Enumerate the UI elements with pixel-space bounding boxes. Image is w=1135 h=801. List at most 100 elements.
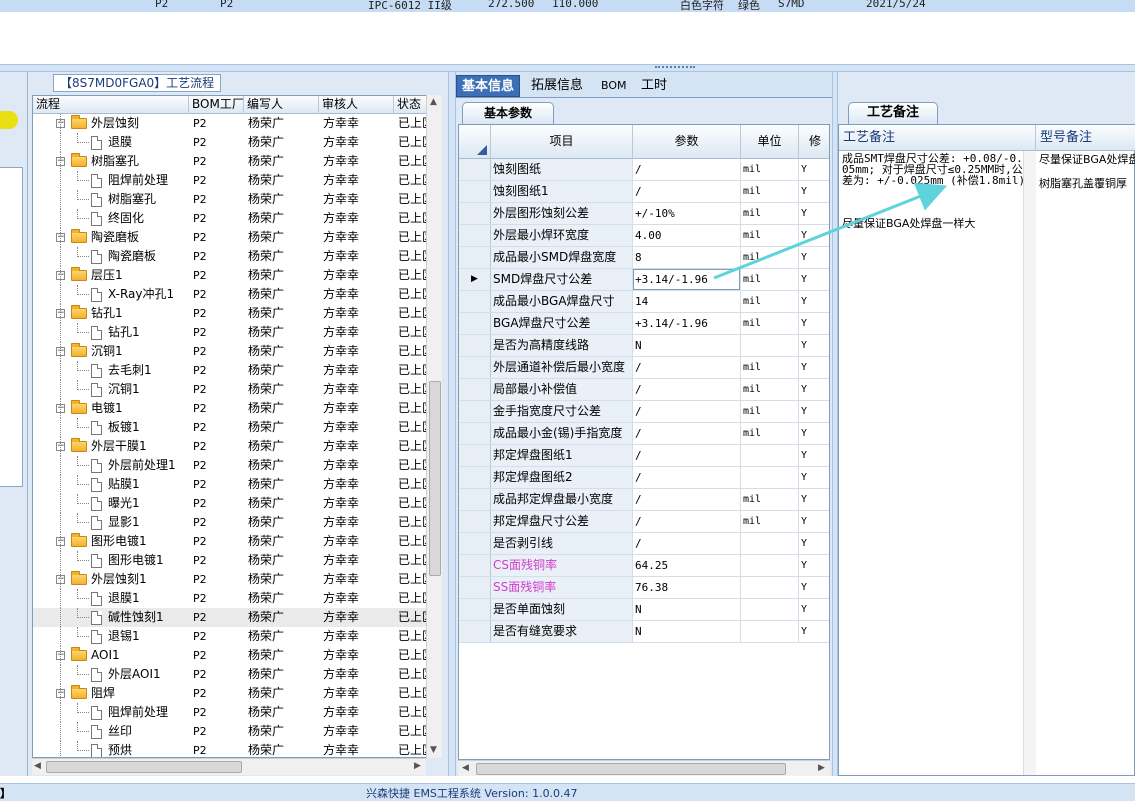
col-header-unit[interactable]: 单位 (741, 125, 799, 159)
param-modify-cell[interactable]: Y (799, 467, 829, 488)
tree-node[interactable]: − 层压1 (33, 266, 189, 285)
param-unit-cell[interactable]: mil (741, 269, 799, 290)
row-selector[interactable] (459, 401, 491, 422)
param-row[interactable]: 成品最小SMD焊盘宽度 8 mil Y (459, 247, 829, 269)
param-modify-cell[interactable]: Y (799, 445, 829, 466)
param-row[interactable]: 邦定焊盘尺寸公差 / mil Y (459, 511, 829, 533)
process-note-text[interactable]: 成品SMT焊盘尺寸公差: +0.08/-0.05mm; 对于焊盘尺寸≤0.25M… (842, 153, 1028, 186)
tree-node[interactable]: 钻孔1 (33, 323, 189, 342)
tree-row[interactable]: 板镀1 P2 杨荣广 方幸幸 已上区 (33, 418, 437, 437)
tree-row[interactable]: 陶瓷磨板 P2 杨荣广 方幸幸 已上区 (33, 247, 437, 266)
tree-node[interactable]: 阻焊前处理 (33, 703, 189, 722)
tree-row[interactable]: − 外层干膜1 P2 杨荣广 方幸幸 已上区 (33, 437, 437, 456)
param-value-cell[interactable]: +/-10% (633, 203, 741, 224)
param-value-cell[interactable]: / (633, 511, 741, 532)
row-selector[interactable] (459, 577, 491, 598)
param-modify-cell[interactable]: Y (799, 555, 829, 576)
param-row[interactable]: 是否为高精度线路 N Y (459, 335, 829, 357)
tree-row[interactable]: − 钻孔1 P2 杨荣广 方幸幸 已上区 (33, 304, 437, 323)
param-row[interactable]: 外层最小焊环宽度 4.00 mil Y (459, 225, 829, 247)
row-selector[interactable] (459, 423, 491, 444)
tree-row[interactable]: 树脂塞孔 P2 杨荣广 方幸幸 已上区 (33, 190, 437, 209)
process-tree-grid[interactable]: 流程 BOM工厂 编写人 审核人 状态 − 外层蚀刻 P2 杨荣广 方幸幸 已上区 退膜 P2… (32, 95, 438, 758)
tree-node[interactable]: − AOI1 (33, 646, 189, 665)
param-modify-cell[interactable]: Y (799, 181, 829, 202)
scroll-left-icon[interactable]: ◀ (34, 761, 41, 771)
row-selector[interactable] (459, 335, 491, 356)
param-row[interactable]: ▶ SMD焊盘尺寸公差 +3.14/-1.96 mil Y (459, 269, 829, 291)
row-selector[interactable] (459, 599, 491, 620)
tree-node[interactable]: 贴膜1 (33, 475, 189, 494)
row-selector-header[interactable] (459, 125, 491, 159)
tree-node[interactable]: 退膜1 (33, 589, 189, 608)
scroll-right-icon[interactable]: ▶ (414, 761, 421, 771)
tree-row[interactable]: 去毛刺1 P2 杨荣广 方幸幸 已上区 (33, 361, 437, 380)
param-row[interactable]: 成品最小金(锡)手指宽度 / mil Y (459, 423, 829, 445)
scroll-left-icon[interactable]: ◀ (462, 763, 469, 773)
param-row[interactable]: 蚀刻图纸1/mil Y (459, 181, 829, 203)
param-modify-cell[interactable]: Y (799, 159, 829, 180)
tree-node[interactable]: X-Ray冲孔1 (33, 285, 189, 304)
process-note-text-2[interactable]: 尽量保证BGA处焊盘一样大 (842, 215, 1028, 231)
param-modify-cell[interactable]: Y (799, 313, 829, 334)
param-modify-cell[interactable]: Y (799, 401, 829, 422)
param-modify-cell[interactable]: Y (799, 379, 829, 400)
tree-row[interactable]: 贴膜1 P2 杨荣广 方幸幸 已上区 (33, 475, 437, 494)
tree-row[interactable]: 钻孔1 P2 杨荣广 方幸幸 已上区 (33, 323, 437, 342)
param-value-cell[interactable]: / (633, 533, 741, 554)
param-value-cell[interactable]: 4.00 (633, 225, 741, 246)
row-selector[interactable] (459, 313, 491, 334)
param-row[interactable]: 是否有缝宽要求 N Y (459, 621, 829, 643)
scroll-thumb[interactable] (429, 381, 441, 576)
tree-node[interactable]: 外层AOI1 (33, 665, 189, 684)
yellow-indicator-icon[interactable] (0, 111, 18, 129)
tree-node[interactable]: − 树脂塞孔 (33, 152, 189, 171)
param-unit-cell[interactable] (741, 621, 799, 642)
tree-node[interactable]: − 外层蚀刻1 (33, 570, 189, 589)
tree-node[interactable]: − 外层蚀刻 (33, 114, 189, 133)
tree-row[interactable]: − 树脂塞孔 P2 杨荣广 方幸幸 已上区 (33, 152, 437, 171)
model-note-cell[interactable]: 尽量保证BGA处焊盘 树脂塞孔盖覆铜厚 (1039, 153, 1135, 201)
col-header-modify[interactable]: 修 (799, 125, 829, 159)
row-selector[interactable] (459, 357, 491, 378)
param-row[interactable]: 是否单面蚀刻 N Y (459, 599, 829, 621)
tree-row[interactable]: − 层压1 P2 杨荣广 方幸幸 已上区 (33, 266, 437, 285)
col-header-process-note[interactable]: 工艺备注 (839, 125, 1036, 151)
tree-node[interactable]: 沉铜1 (33, 380, 189, 399)
param-value-cell[interactable]: / (633, 467, 741, 488)
tree-row[interactable]: 沉铜1 P2 杨荣广 方幸幸 已上区 (33, 380, 437, 399)
tree-row[interactable]: − 电镀1 P2 杨荣广 方幸幸 已上区 (33, 399, 437, 418)
param-row[interactable]: 外层图形蚀刻公差 +/-10% mil Y (459, 203, 829, 225)
tree-vertical-scrollbar[interactable]: ▲ ▼ (426, 95, 442, 758)
param-row[interactable]: 邦定焊盘图纸1/ Y (459, 445, 829, 467)
param-unit-cell[interactable]: mil (741, 247, 799, 268)
row-selector[interactable] (459, 291, 491, 312)
param-unit-cell[interactable] (741, 467, 799, 488)
tree-row[interactable]: − 外层蚀刻 P2 杨荣广 方幸幸 已上区 (33, 114, 437, 133)
param-value-cell[interactable]: 64.25 (633, 555, 741, 576)
param-unit-cell[interactable]: mil (741, 357, 799, 378)
tree-node[interactable]: 陶瓷磨板 (33, 247, 189, 266)
vertical-splitter-left[interactable] (448, 72, 456, 776)
tree-row[interactable]: − 阻焊 P2 杨荣广 方幸幸 已上区 (33, 684, 437, 703)
param-unit-cell[interactable]: mil (741, 203, 799, 224)
col-header-model-note[interactable]: 型号备注 (1036, 125, 1135, 151)
param-value-cell[interactable]: N (633, 621, 741, 642)
row-selector[interactable] (459, 489, 491, 510)
tree-node[interactable]: 显影1 (33, 513, 189, 532)
row-selector[interactable] (459, 511, 491, 532)
tab-work-hours[interactable]: 工时 (636, 75, 672, 97)
current-row-arrow-icon[interactable]: ▶ (459, 269, 491, 290)
row-selector[interactable] (459, 203, 491, 224)
param-row[interactable]: 邦定焊盘图纸2/ Y (459, 467, 829, 489)
tree-row[interactable]: − 沉铜1 P2 杨荣广 方幸幸 已上区 (33, 342, 437, 361)
param-modify-cell[interactable]: Y (799, 203, 829, 224)
param-unit-cell[interactable]: mil (741, 181, 799, 202)
tree-node[interactable]: − 图形电镀1 (33, 532, 189, 551)
tab-bom[interactable]: BOM (596, 75, 632, 97)
param-value-cell[interactable]: +3.14/-1.96 (633, 269, 741, 290)
param-unit-cell[interactable] (741, 335, 799, 356)
row-selector[interactable] (459, 159, 491, 180)
param-value-cell[interactable]: N (633, 335, 741, 356)
param-row[interactable]: 蚀刻图纸 / mil Y (459, 159, 829, 181)
